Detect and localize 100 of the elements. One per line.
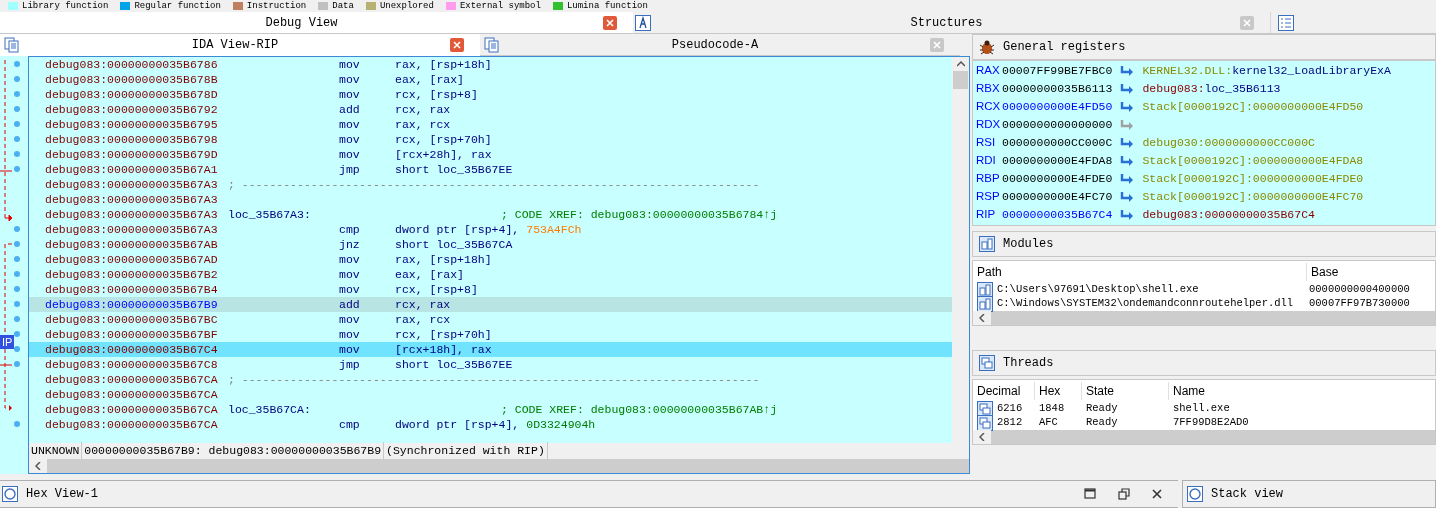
register-target[interactable]: KERNEL32.DLL:kernel32_LoadLibraryExA: [1142, 62, 1391, 80]
panel-title: Threads: [1003, 355, 1054, 372]
scroll-left-icon[interactable]: [29, 459, 47, 473]
view-tab[interactable]: IDA View-RIP: [0, 34, 480, 56]
register-value[interactable]: 0000000000000000: [1002, 116, 1113, 134]
constant-text: 753A4FCh: [526, 221, 582, 238]
scroll-thumb[interactable]: [953, 71, 968, 89]
register-target[interactable]: debug030:0000000000CC000C: [1142, 134, 1315, 152]
hexagon-icon: [1187, 486, 1203, 502]
column-header[interactable]: Base: [1307, 263, 1343, 281]
mnemonic-text: mov: [339, 71, 361, 88]
mnemonic-text: add: [339, 296, 361, 313]
code-line[interactable]: debug083:00000000035B67CA ; ---------------------------------------------------------------------------: [29, 372, 952, 387]
register-value[interactable]: 0000000000E4FDA8: [1002, 152, 1113, 170]
mnemonic-text: add: [339, 101, 361, 118]
register-value[interactable]: 0000000000E4FD50: [1002, 98, 1113, 116]
column-header[interactable]: Name: [1169, 382, 1209, 400]
register-name: RAX: [976, 63, 1000, 79]
restore-icon[interactable]: [1118, 488, 1130, 500]
thread-row[interactable]: 2812 AFC Ready 7FF99D8E2AD0: [973, 416, 1435, 430]
mnemonic-text: jmp: [339, 161, 361, 178]
code-line[interactable]: debug083:00000000035B6795 mov rax, rcx: [29, 117, 952, 132]
top-tab[interactable]: Debug View: [0, 12, 633, 33]
code-line[interactable]: debug083:00000000035B6792 add rcx, rax: [29, 102, 952, 117]
constant-text: 0D3324904h: [526, 416, 596, 433]
bug-icon: [979, 39, 995, 55]
register-target[interactable]: debug083:loc_35B6113: [1142, 80, 1281, 98]
code-line[interactable]: debug083:00000000035B67A3 cmp dword ptr [rsp+4], 753A4FCh: [29, 222, 952, 237]
code-line[interactable]: debug083:00000000035B67C8 jmp short loc_35B67EE: [29, 357, 952, 372]
legend-label: External symbol: [459, 1, 541, 11]
code-line[interactable]: debug083:00000000035B67A3 loc_35B67A3: ; CODE XREF: debug083:00000000035B6784↑j: [29, 207, 952, 222]
code-line[interactable]: debug083:00000000035B67AD mov rax, [rsp+18h]: [29, 252, 952, 267]
register-target[interactable]: Stack[0000192C]:0000000000E4FDE0: [1142, 170, 1364, 188]
address-text: debug083:00000000035B679D: [45, 146, 219, 163]
code-line[interactable]: debug083:00000000035B678D mov rcx, [rsp+8]: [29, 87, 952, 102]
table-cell: C:\Windows\SYSTEM32\ondemandconnroutehelper.dll: [997, 296, 1294, 312]
close-icon[interactable]: [1152, 489, 1162, 499]
code-line[interactable]: debug083:00000000035B67B4 mov rcx, [rsp+8]: [29, 282, 952, 297]
table-cell: C:\Users\97691\Desktop\shell.exe: [997, 282, 1199, 298]
register-value[interactable]: 00007FF99BE7FBC0: [1002, 62, 1113, 80]
register-value[interactable]: 0000000000E4FC70: [1002, 188, 1113, 206]
mnemonic-text: mov: [339, 326, 361, 343]
code-line[interactable]: debug083:00000000035B67BC mov rax, rcx: [29, 312, 952, 327]
column-header[interactable]: Path: [973, 263, 1307, 281]
register-value[interactable]: 0000000000E4FDE0: [1002, 170, 1113, 188]
table-cell-text: 1848: [1038, 401, 1066, 417]
address-text: debug083:00000000035B67C8: [45, 356, 219, 373]
register-value[interactable]: 0000000000CC000C: [1002, 134, 1113, 152]
hexagon-icon: [2, 486, 18, 502]
code-line[interactable]: debug083:00000000035B679D mov [rcx+28h], rax: [29, 147, 952, 162]
code-line[interactable]: debug083:00000000035B67CA: [29, 387, 952, 402]
thread-icon: [977, 415, 993, 431]
code-line[interactable]: debug083:00000000035B67A1 jmp short loc_35B67EE: [29, 162, 952, 177]
table-cell: 6216: [997, 401, 1023, 417]
register-name: RIP: [976, 207, 997, 223]
code-line[interactable]: debug083:00000000035B67CA loc_35B67CA: ; CODE XREF: debug083:00000000035B67AB↑j: [29, 402, 952, 417]
address-text: debug083:00000000035B67AB: [45, 236, 219, 253]
address-text: debug083:00000000035B67BC: [45, 311, 219, 328]
horizontal-scrollbar[interactable]: [973, 311, 1435, 325]
code-line[interactable]: debug083:00000000035B67AB jnz short loc_35B67CA: [29, 237, 952, 252]
code-line[interactable]: debug083:00000000035B678B mov eax, [rax]: [29, 72, 952, 87]
panel-title: Hex View-1: [26, 486, 98, 503]
legend-label: Lumina function: [566, 1, 648, 11]
arrow-icon: [1120, 137, 1135, 149]
column-header[interactable]: Decimal: [973, 382, 1035, 400]
code-line[interactable]: debug083:00000000035B67A3: [29, 192, 952, 207]
code-line[interactable]: debug083:00000000035B67B2 mov eax, [rax]: [29, 267, 952, 282]
table-cell-text: Ready: [1085, 415, 1119, 431]
view-tab[interactable]: Pseudocode-A: [480, 34, 960, 56]
address-text: debug083:00000000035B678B: [45, 71, 219, 88]
panel-title: General registers: [1003, 39, 1126, 56]
code-line[interactable]: debug083:00000000035B67BF mov rcx, [rsp+70h]: [29, 327, 952, 342]
code-line[interactable]: debug083:00000000035B67CA cmp dword ptr [rsp+4], 0D3324904h: [29, 417, 952, 432]
horizontal-scrollbar[interactable]: [29, 459, 969, 473]
code-line[interactable]: debug083:00000000035B67A3 ; ---------------------------------------------------------------------------: [29, 177, 952, 192]
column-header[interactable]: State: [1082, 382, 1169, 400]
arrow-icon: [1120, 209, 1135, 221]
horizontal-scrollbar[interactable]: [973, 430, 1435, 444]
register-value[interactable]: 00000000035B67C4: [1002, 206, 1113, 224]
scroll-left-icon[interactable]: [973, 430, 991, 444]
maximize-icon[interactable]: [1084, 488, 1096, 500]
table-cell: 2812: [997, 415, 1023, 431]
vertical-scrollbar[interactable]: [952, 57, 969, 443]
register-target[interactable]: Stack[0000192C]:0000000000E4FC70: [1142, 188, 1364, 206]
column-header[interactable]: Hex: [1035, 382, 1082, 400]
register-target[interactable]: debug083:00000000035B67C4: [1142, 206, 1315, 224]
code-line[interactable]: debug083:00000000035B6786 mov rax, [rsp+18h]: [29, 57, 952, 72]
code-line[interactable]: debug083:00000000035B6798 mov rcx, [rsp+70h]: [29, 132, 952, 147]
structures-icon[interactable]: [633, 12, 653, 33]
register-target[interactable]: Stack[0000192C]:0000000000E4FD50: [1142, 98, 1364, 116]
mnemonic-text: cmp: [339, 221, 361, 238]
address-text: debug083:00000000035B67A3: [45, 176, 219, 193]
module-row[interactable]: C:\Windows\SYSTEM32\ondemandconnroutehelper.dll 00007FF97B730000: [973, 297, 1435, 311]
scroll-left-icon[interactable]: [973, 311, 991, 325]
separator-text: ; ---------------------------------------------------------------------------: [228, 176, 760, 193]
operands-text: rcx, rax: [395, 101, 451, 118]
register-name: RDX: [976, 117, 1000, 133]
register-value[interactable]: 00000000035B6113: [1002, 80, 1113, 98]
register-target[interactable]: Stack[0000192C]:0000000000E4FDA8: [1142, 152, 1364, 170]
table-cell-text: AFC: [1038, 415, 1059, 431]
